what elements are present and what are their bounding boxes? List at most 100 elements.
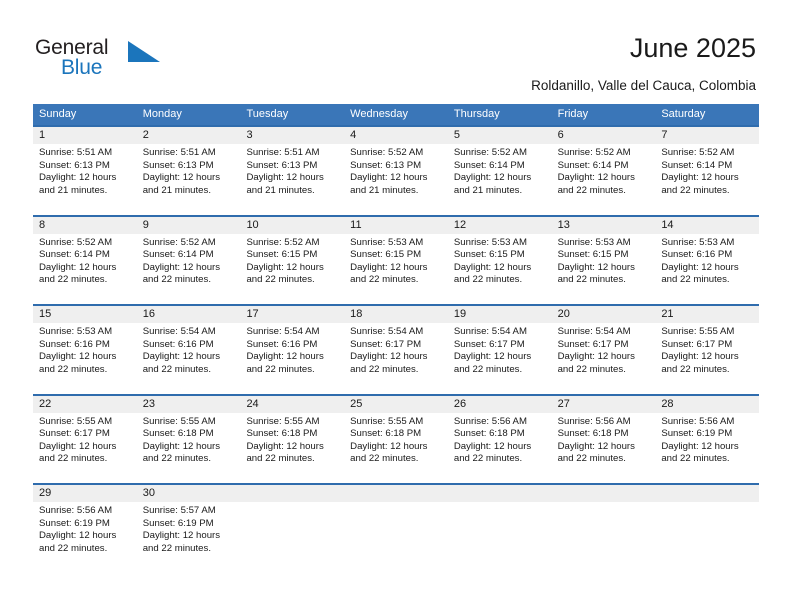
day-cell[interactable]: 4 Sunrise: 5:52 AM Sunset: 6:13 PM Dayli…: [344, 127, 448, 215]
sunset-text: Sunset: 6:16 PM: [142, 338, 214, 350]
day-cell[interactable]: 14 Sunrise: 5:53 AM Sunset: 6:16 PM Dayl…: [655, 216, 760, 305]
day-cell[interactable]: 29 Sunrise: 5:56 AM Sunset: 6:19 PM Dayl…: [33, 485, 137, 573]
sunrise-text: Sunrise: 5:53 AM: [557, 236, 631, 248]
day-cell[interactable]: 28 Sunrise: 5:56 AM Sunset: 6:19 PM Dayl…: [655, 395, 760, 484]
day-cell[interactable]: 9 Sunrise: 5:52 AM Sunset: 6:14 PM Dayli…: [136, 216, 241, 305]
day-details: Sunrise: 5:53 AM Sunset: 6:15 PM Dayligh…: [552, 234, 656, 287]
day-cell[interactable]: 3 Sunrise: 5:51 AM Sunset: 6:13 PM Dayli…: [240, 127, 345, 215]
day-details: Sunrise: 5:52 AM Sunset: 6:13 PM Dayligh…: [344, 144, 448, 197]
day-cell[interactable]: 13 Sunrise: 5:53 AM Sunset: 6:15 PM Dayl…: [551, 216, 656, 305]
day-cell[interactable]: 18 Sunrise: 5:54 AM Sunset: 6:17 PM Dayl…: [344, 306, 448, 394]
day-cell[interactable]: 24 Sunrise: 5:55 AM Sunset: 6:18 PM Dayl…: [240, 395, 345, 484]
day-cell[interactable]: 23 Sunrise: 5:55 AM Sunset: 6:18 PM Dayl…: [136, 395, 241, 484]
sunset-text: Sunset: 6:17 PM: [557, 338, 629, 350]
daylight-text-line1: Daylight: 12 hours: [661, 172, 739, 184]
daylight-text-line2: and 22 minutes.: [557, 453, 626, 465]
day-details: Sunrise: 5:56 AM Sunset: 6:19 PM Dayligh…: [655, 413, 759, 466]
day-details: Sunrise: 5:53 AM Sunset: 6:16 PM Dayligh…: [33, 323, 137, 376]
sunset-text: Sunset: 6:15 PM: [350, 249, 422, 261]
day-number: 4: [344, 127, 448, 144]
daylight-text-line2: and 22 minutes.: [39, 363, 108, 375]
day-cell[interactable]: 7 Sunrise: 5:52 AM Sunset: 6:14 PM Dayli…: [655, 127, 760, 215]
daylight-text-line2: and 22 minutes.: [142, 274, 211, 286]
day-details: Sunrise: 5:53 AM Sunset: 6:15 PM Dayligh…: [448, 234, 552, 287]
day-cell[interactable]: 20 Sunrise: 5:54 AM Sunset: 6:17 PM Dayl…: [551, 306, 656, 394]
day-cell[interactable]: 2 Sunrise: 5:51 AM Sunset: 6:13 PM Dayli…: [136, 127, 241, 215]
day-number: 24: [240, 395, 345, 413]
day-cell[interactable]: 17 Sunrise: 5:54 AM Sunset: 6:16 PM Dayl…: [240, 306, 345, 394]
day-number: 18: [344, 306, 448, 323]
day-number: 3: [240, 127, 345, 144]
sunset-text: Sunset: 6:14 PM: [661, 159, 733, 171]
day-details: Sunrise: 5:56 AM Sunset: 6:18 PM Dayligh…: [552, 413, 656, 466]
day-number: 1: [33, 127, 137, 144]
day-cell[interactable]: 21 Sunrise: 5:55 AM Sunset: 6:17 PM Dayl…: [655, 306, 760, 394]
sunset-text: Sunset: 6:15 PM: [453, 249, 525, 261]
sunrise-text: Sunrise: 5:52 AM: [453, 147, 527, 158]
day-cell[interactable]: 25 Sunrise: 5:55 AM Sunset: 6:18 PM Dayl…: [344, 395, 448, 484]
sunset-text: Sunset: 6:17 PM: [453, 338, 525, 350]
sunrise-text: Sunrise: 5:53 AM: [350, 236, 424, 248]
daylight-text-line1: Daylight: 12 hours: [142, 172, 221, 184]
daylight-text-line1: Daylight: 12 hours: [661, 440, 739, 452]
day-number: 23: [136, 395, 241, 413]
day-number: 22: [33, 395, 137, 413]
sunset-text: Sunset: 6:18 PM: [453, 428, 525, 440]
day-cell[interactable]: 11 Sunrise: 5:53 AM Sunset: 6:15 PM Dayl…: [344, 216, 448, 305]
sunrise-text: Sunrise: 5:55 AM: [246, 415, 320, 427]
day-number: 15: [33, 306, 137, 323]
sunset-text: Sunset: 6:17 PM: [350, 338, 422, 350]
daylight-text-line2: and 22 minutes.: [350, 453, 419, 465]
calendar-week-row: 1 Sunrise: 5:51 AM Sunset: 6:13 PM Dayli…: [33, 125, 760, 215]
sunrise-text: Sunrise: 5:53 AM: [39, 326, 113, 337]
day-number: 13: [551, 216, 656, 234]
sunset-text: Sunset: 6:17 PM: [661, 338, 733, 350]
day-cell[interactable]: 19 Sunrise: 5:54 AM Sunset: 6:17 PM Dayl…: [447, 306, 552, 394]
day-details: Sunrise: 5:56 AM Sunset: 6:18 PM Dayligh…: [448, 413, 552, 466]
day-details: Sunrise: 5:55 AM Sunset: 6:18 PM Dayligh…: [240, 413, 344, 466]
day-number: 27: [551, 395, 656, 413]
daylight-text-line1: Daylight: 12 hours: [661, 261, 739, 273]
day-cell[interactable]: 22 Sunrise: 5:55 AM Sunset: 6:17 PM Dayl…: [33, 395, 137, 484]
daylight-text-line2: and 22 minutes.: [453, 274, 523, 286]
day-cell[interactable]: 27 Sunrise: 5:56 AM Sunset: 6:18 PM Dayl…: [551, 395, 656, 484]
day-details: Sunrise: 5:56 AM Sunset: 6:19 PM Dayligh…: [33, 502, 137, 555]
general-blue-logo[interactable]: General Blue: [35, 36, 235, 86]
day-cell[interactable]: 1 Sunrise: 5:51 AM Sunset: 6:13 PM Dayli…: [33, 127, 137, 215]
daylight-text-line1: Daylight: 12 hours: [246, 351, 324, 363]
day-cell[interactable]: 30 Sunrise: 5:57 AM Sunset: 6:19 PM Dayl…: [136, 485, 241, 573]
sunrise-text: Sunrise: 5:51 AM: [246, 147, 320, 158]
day-cell-empty: [240, 485, 345, 573]
daylight-text-line1: Daylight: 12 hours: [39, 172, 117, 184]
daylight-text-line2: and 22 minutes.: [246, 453, 315, 465]
sunrise-text: Sunrise: 5:56 AM: [661, 415, 735, 427]
day-cell[interactable]: 5 Sunrise: 5:52 AM Sunset: 6:14 PM Dayli…: [447, 127, 552, 215]
day-cell[interactable]: 6 Sunrise: 5:52 AM Sunset: 6:14 PM Dayli…: [551, 127, 656, 215]
day-details: Sunrise: 5:55 AM Sunset: 6:18 PM Dayligh…: [137, 413, 241, 466]
daylight-text-line1: Daylight: 12 hours: [661, 351, 739, 363]
calendar-week-row: 15 Sunrise: 5:53 AM Sunset: 6:16 PM Dayl…: [33, 304, 760, 394]
day-details: Sunrise: 5:54 AM Sunset: 6:17 PM Dayligh…: [344, 323, 448, 376]
page-subtitle: Roldanillo, Valle del Cauca, Colombia: [531, 78, 756, 93]
daylight-text-line1: Daylight: 12 hours: [39, 351, 117, 363]
daylight-text-line1: Daylight: 12 hours: [246, 440, 324, 452]
calendar-week-row: 22 Sunrise: 5:55 AM Sunset: 6:17 PM Dayl…: [33, 393, 760, 484]
day-details: Sunrise: 5:52 AM Sunset: 6:15 PM Dayligh…: [240, 234, 344, 287]
day-details: Sunrise: 5:54 AM Sunset: 6:16 PM Dayligh…: [240, 323, 344, 376]
day-number: 6: [551, 127, 656, 144]
day-details: Sunrise: 5:55 AM Sunset: 6:17 PM Dayligh…: [33, 413, 137, 466]
day-cell[interactable]: 15 Sunrise: 5:53 AM Sunset: 6:16 PM Dayl…: [33, 306, 137, 394]
day-cell[interactable]: 26 Sunrise: 5:56 AM Sunset: 6:18 PM Dayl…: [447, 395, 552, 484]
day-cell[interactable]: 12 Sunrise: 5:53 AM Sunset: 6:15 PM Dayl…: [447, 216, 552, 305]
calendar-page: General Blue June 2025 Roldanillo, Valle…: [0, 0, 792, 612]
daylight-text-line2: and 22 minutes.: [557, 274, 626, 286]
sunrise-text: Sunrise: 5:54 AM: [350, 326, 424, 337]
sunset-text: Sunset: 6:13 PM: [246, 159, 318, 171]
daylight-text-line2: and 21 minutes.: [142, 184, 211, 196]
day-cell[interactable]: 10 Sunrise: 5:52 AM Sunset: 6:15 PM Dayl…: [240, 216, 345, 305]
day-cell-empty: [551, 485, 656, 573]
day-cell[interactable]: 16 Sunrise: 5:54 AM Sunset: 6:16 PM Dayl…: [136, 306, 241, 394]
day-cell[interactable]: 8 Sunrise: 5:52 AM Sunset: 6:14 PM Dayli…: [33, 216, 137, 305]
sunrise-text: Sunrise: 5:52 AM: [557, 147, 631, 158]
day-details: Sunrise: 5:55 AM Sunset: 6:18 PM Dayligh…: [344, 413, 448, 466]
